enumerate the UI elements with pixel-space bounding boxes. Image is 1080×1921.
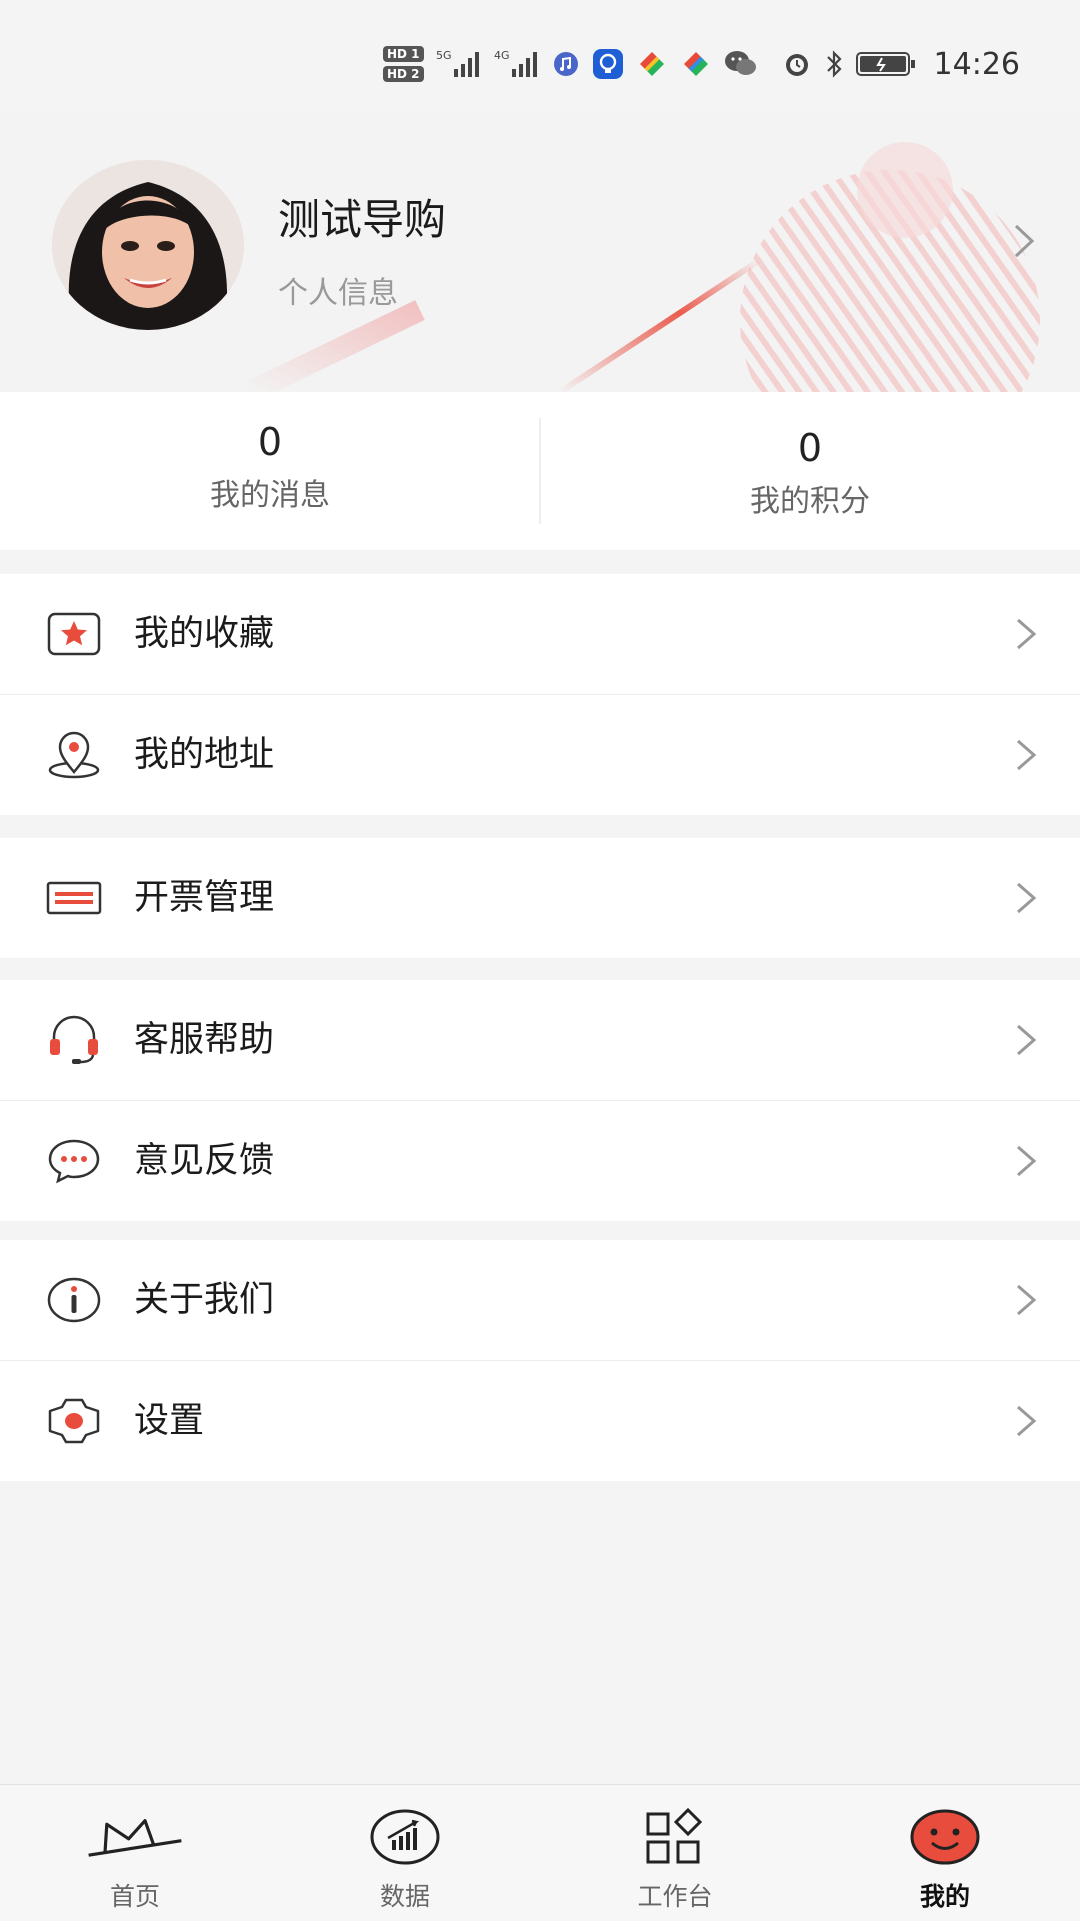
menu-item-address[interactable]: 我的地址 — [0, 694, 1080, 815]
info-icon — [44, 1270, 104, 1330]
avatar[interactable] — [52, 160, 244, 330]
signal-5g-icon: 5G — [436, 47, 482, 81]
chevron-right-icon — [1014, 1143, 1038, 1183]
menu-item-feedback[interactable]: 意见反馈 — [0, 1100, 1080, 1221]
tab-label: 数据 — [379, 1882, 430, 1911]
personal-info-link[interactable]: 个人信息 — [278, 268, 398, 312]
points-stat[interactable]: 0 我的积分 — [540, 392, 1080, 550]
chevron-right-icon — [1014, 737, 1038, 777]
home-icon — [85, 1805, 185, 1869]
chevron-right-icon — [1014, 1022, 1038, 1062]
menu-label: 关于我们 — [134, 1280, 275, 1320]
stats-panel: 0 我的消息 0 我的积分 — [0, 392, 1080, 550]
net1-label: 5G — [436, 49, 452, 62]
bottom-tab-bar: 首页 数据 工作台 我的 — [0, 1784, 1080, 1921]
menu-item-invoice[interactable]: 开票管理 — [0, 838, 1080, 958]
hd-sim-icon: HD 1 HD 2 — [383, 46, 424, 82]
tab-mine[interactable]: 我的 — [810, 1785, 1080, 1921]
menu-item-favorites[interactable]: 我的收藏 — [0, 574, 1080, 694]
invoice-icon — [44, 868, 104, 928]
wechat-icon — [724, 49, 758, 79]
profile-header[interactable]: 测试导购 个人信息 — [0, 110, 1080, 392]
messages-count: 0 — [257, 420, 283, 464]
music-icon — [552, 50, 580, 78]
menu-label: 开票管理 — [134, 878, 275, 918]
status-bar: HD 1 HD 2 5G 4G 14:26 — [0, 0, 1080, 110]
menu-label: 设置 — [134, 1401, 205, 1441]
location-pin-icon — [44, 725, 104, 785]
menu-group-4: 关于我们 设置 — [0, 1240, 1080, 1481]
menu-label: 我的收藏 — [134, 614, 275, 654]
browser-icon — [636, 48, 668, 80]
sim1-label: HD 1 — [383, 46, 424, 62]
tab-workbench[interactable]: 工作台 — [540, 1785, 810, 1921]
menu-group-2: 开票管理 — [0, 838, 1080, 958]
net2-label: 4G — [494, 49, 510, 62]
points-count: 0 — [797, 426, 823, 470]
tab-data[interactable]: 数据 — [270, 1785, 540, 1921]
menu-label: 客服帮助 — [134, 1020, 275, 1060]
bluetooth-icon — [824, 49, 844, 79]
status-time: 14:26 — [933, 46, 1020, 82]
status-icons: HD 1 HD 2 5G 4G 14:26 — [383, 42, 1020, 86]
menu-item-about[interactable]: 关于我们 — [0, 1240, 1080, 1360]
chevron-right-icon — [1014, 1403, 1038, 1443]
sim2-label: HD 2 — [383, 66, 424, 82]
workbench-grid-icon — [625, 1805, 725, 1869]
user-name: 测试导购 — [278, 195, 447, 244]
battery-icon — [855, 50, 916, 78]
menu-item-customer-service[interactable]: 客服帮助 — [0, 980, 1080, 1100]
menu-group-3: 客服帮助 意见反馈 — [0, 980, 1080, 1221]
menu-label: 我的地址 — [134, 735, 275, 775]
menu-label: 意见反馈 — [134, 1141, 275, 1181]
signal-4g-icon: 4G — [494, 47, 540, 81]
chevron-right-icon[interactable] — [1012, 222, 1036, 264]
gear-icon — [44, 1391, 104, 1451]
feedback-chat-icon — [44, 1131, 104, 1191]
chevron-right-icon — [1014, 880, 1038, 920]
menu-group-1: 我的收藏 我的地址 — [0, 574, 1080, 815]
chevron-right-icon — [1014, 616, 1038, 656]
notification-app-icon — [592, 48, 624, 80]
tab-label: 我的 — [919, 1882, 970, 1911]
smiley-profile-icon — [895, 1805, 995, 1869]
favorites-star-icon — [44, 604, 104, 664]
data-chart-icon — [355, 1805, 455, 1869]
menu-item-settings[interactable]: 设置 — [0, 1360, 1080, 1481]
messages-label: 我的消息 — [210, 478, 330, 513]
tab-home[interactable]: 首页 — [0, 1785, 270, 1921]
tab-label: 首页 — [109, 1882, 160, 1911]
messages-stat[interactable]: 0 我的消息 — [0, 392, 540, 550]
alarm-icon — [782, 49, 812, 79]
tab-label: 工作台 — [637, 1882, 713, 1911]
browser-icon-2 — [680, 48, 712, 80]
chevron-right-icon — [1014, 1282, 1038, 1322]
headset-icon — [44, 1010, 104, 1070]
points-label: 我的积分 — [750, 484, 870, 519]
